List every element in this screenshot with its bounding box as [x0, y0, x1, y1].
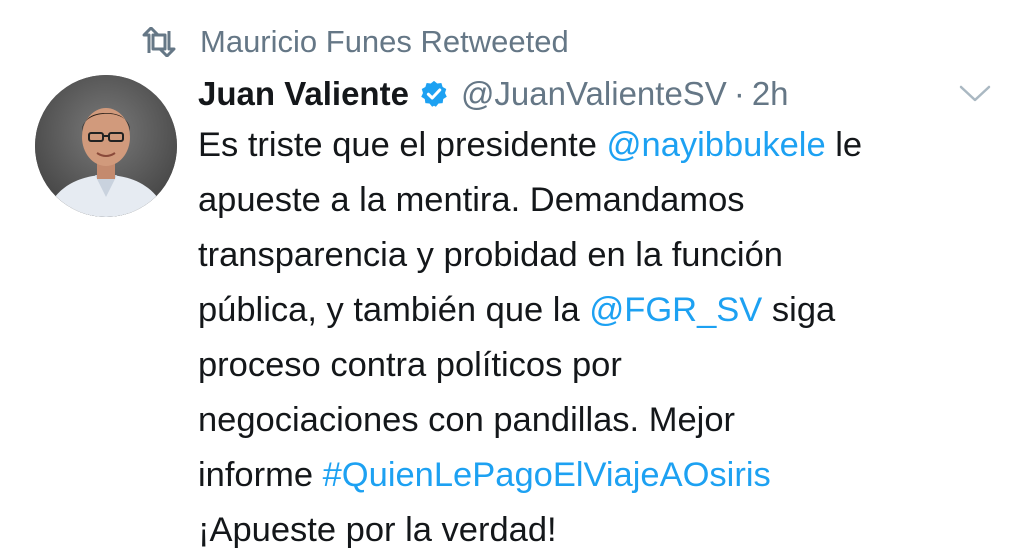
verified-badge-icon [419, 79, 449, 109]
tweet-line: apueste a la mentira. Demandamos [198, 173, 998, 228]
tweet-text-segment: transparencia y probidad en la función [198, 236, 783, 274]
tweet-line: transparencia y probidad en la función [198, 228, 998, 283]
retweet-icon [140, 27, 178, 57]
tweet-text-segment: Es triste que el presidente [198, 126, 607, 164]
tweet-text-segment: ¡Apueste por la verdad! [198, 511, 557, 549]
hashtag-link[interactable]: #QuienLePagoElViajeAOsiris [323, 456, 771, 494]
tweet-header: Juan Valiente @JuanValienteSV · 2h [198, 70, 789, 118]
mention-link[interactable]: @FGR_SV [589, 291, 762, 329]
author-name[interactable]: Juan Valiente [198, 75, 409, 113]
tweet-line: proceso contra políticos por [198, 338, 998, 393]
retweet-context: Mauricio Funes Retweeted [140, 22, 569, 62]
author-handle[interactable]: @JuanValienteSV [461, 75, 727, 113]
tweet-text-segment: proceso contra políticos por [198, 346, 622, 384]
tweet-text-segment: le [825, 126, 863, 164]
tweet-line: negociaciones con pandillas. Mejor [198, 393, 998, 448]
separator-dot: · [733, 75, 745, 112]
tweet-text-segment: negociaciones con pandillas. Mejor [198, 401, 735, 439]
tweet-text-segment: siga [762, 291, 836, 329]
tweet-text-segment: informe [198, 456, 323, 494]
tweet-text: Es triste que el presidente @nayibbukele… [198, 118, 998, 558]
mention-link[interactable]: @nayibbukele [606, 126, 825, 164]
chevron-down-icon[interactable] [958, 84, 992, 104]
tweet-line: Es triste que el presidente @nayibbukele… [198, 118, 998, 173]
tweet-timestamp[interactable]: 2h [752, 75, 789, 113]
retweet-context-text: Mauricio Funes Retweeted [200, 24, 569, 59]
tweet-line: informe #QuienLePagoElViajeAOsiris [198, 448, 998, 503]
tweet-line: pública, y también que la @FGR_SV siga [198, 283, 998, 338]
tweet-text-segment: pública, y también que la [198, 291, 590, 329]
tweet-text-segment: apueste a la mentira. Demandamos [198, 181, 745, 219]
avatar[interactable] [35, 75, 177, 217]
